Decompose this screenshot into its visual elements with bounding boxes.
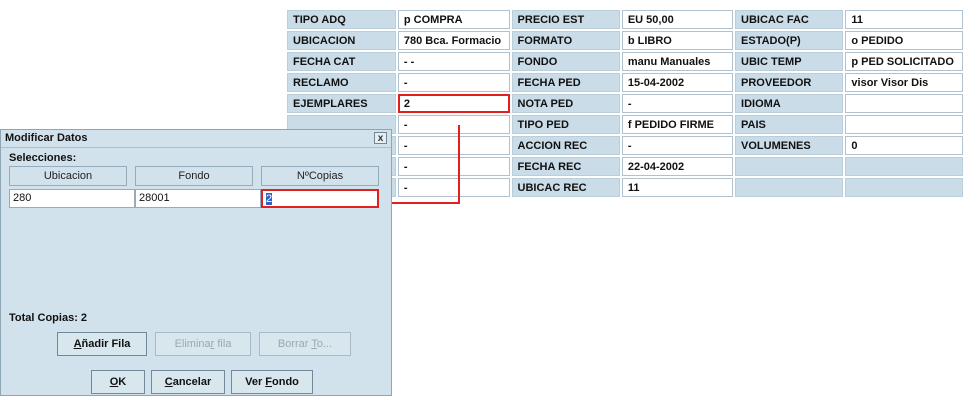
- cell-fondo[interactable]: 28001: [135, 189, 261, 208]
- grid-field-label: NOTA PED: [511, 94, 620, 113]
- view-fondo-button[interactable]: Ver Fondo: [231, 370, 313, 394]
- grid-empty-cell: [735, 178, 844, 197]
- mnemonic: F: [265, 376, 273, 388]
- grid-field-label: PROVEEDOR: [735, 73, 844, 92]
- connector-line-vertical: [458, 125, 460, 204]
- dialog-title: Modificar Datos: [5, 132, 88, 144]
- btn-text: ondo: [272, 376, 299, 388]
- grid-field-value[interactable]: f PEDIDO FIRME: [621, 115, 734, 134]
- cancel-button[interactable]: Cancelar: [151, 370, 225, 394]
- grid-field-label: FECHA CAT: [287, 52, 396, 71]
- grid-field-label: ESTADO(P): [735, 31, 844, 50]
- grid-field-value[interactable]: -: [397, 73, 510, 92]
- grid-field-value[interactable]: 11: [845, 10, 963, 29]
- grid-field-value[interactable]: 0: [845, 136, 963, 155]
- cell-copias[interactable]: 2: [261, 189, 379, 208]
- grid-row: EJEMPLARES 2 NOTA PED - IDIOMA: [287, 94, 963, 113]
- grid-field-label: TIPO ADQ: [287, 10, 396, 29]
- btn-text: o...: [316, 338, 333, 350]
- dialog-titlebar[interactable]: Modificar Datos x: [1, 130, 391, 148]
- btn-text: fila: [214, 338, 232, 350]
- mnemonic: A: [73, 338, 82, 350]
- mnemonic: C: [164, 376, 173, 388]
- grid-field-value[interactable]: 11: [621, 178, 734, 197]
- grid-field-label: UBICACION: [287, 31, 396, 50]
- grid-field-value[interactable]: -: [397, 178, 510, 197]
- column-header-ubicacion[interactable]: Ubicacion: [9, 166, 127, 186]
- grid-empty-cell: [735, 157, 844, 176]
- grid-field-label: UBIC TEMP: [735, 52, 844, 71]
- grid-field-value[interactable]: 2: [397, 94, 510, 113]
- grid-field-value[interactable]: o PEDIDO: [845, 31, 963, 50]
- btn-text: Borrar: [277, 338, 312, 350]
- grid-field-label: RECLAMO: [287, 73, 396, 92]
- grid-field-label: UBICAC FAC: [735, 10, 844, 29]
- grid-empty-cell: [845, 157, 963, 176]
- add-row-button[interactable]: Añadir Fila: [57, 332, 147, 356]
- grid-field-label: ACCION REC: [511, 136, 620, 155]
- grid-field-value[interactable]: p COMPRA: [397, 10, 510, 29]
- btn-text: Ver: [245, 376, 266, 388]
- column-header-copias[interactable]: NºCopias: [261, 166, 379, 186]
- close-icon[interactable]: x: [374, 132, 387, 144]
- grid-field-value[interactable]: -: [621, 94, 734, 113]
- clear-all-button[interactable]: Borrar To...: [259, 332, 351, 356]
- grid-field-value[interactable]: [845, 94, 963, 113]
- grid-field-label: FECHA PED: [511, 73, 620, 92]
- grid-row: UBICACION 780 Bca. Formacio FORMATO b LIBRO…: [287, 31, 963, 50]
- btn-text: ancelar: [172, 376, 212, 388]
- grid-row: FECHA CAT - - FONDO manu Manuales UBIC TEMP…: [287, 52, 963, 71]
- grid-field-label: PAIS: [735, 115, 844, 134]
- btn-text: ñadir Fila: [81, 338, 131, 350]
- grid-row: TIPO ADQ p COMPRA PRECIO EST EU 50,00 UBICAC…: [287, 10, 963, 29]
- grid-field-value[interactable]: b LIBRO: [621, 31, 734, 50]
- grid-field-value[interactable]: EU 50,00: [621, 10, 734, 29]
- column-header-fondo[interactable]: Fondo: [135, 166, 253, 186]
- grid-field-value[interactable]: -: [397, 157, 510, 176]
- grid-field-value[interactable]: 22-04-2002: [621, 157, 734, 176]
- cell-ubicacion[interactable]: 280: [9, 189, 135, 208]
- selections-label: Selecciones:: [9, 152, 77, 164]
- grid-field-value[interactable]: [845, 115, 963, 134]
- grid-field-value[interactable]: 15-04-2002: [621, 73, 734, 92]
- grid-field-value[interactable]: -: [621, 136, 734, 155]
- modify-data-dialog: Modificar Datos x Selecciones: Ubicacion…: [0, 129, 392, 396]
- grid-field-value[interactable]: 780 Bca. Formacio: [397, 31, 510, 50]
- grid-field-value[interactable]: manu Manuales: [621, 52, 734, 71]
- grid-field-label: PRECIO EST: [511, 10, 620, 29]
- total-copies-label: Total Copias: 2: [9, 312, 88, 324]
- grid-field-value[interactable]: visor Visor Dis: [845, 73, 963, 92]
- grid-field-label: FORMATO: [511, 31, 620, 50]
- grid-field-label: FONDO: [511, 52, 620, 71]
- grid-field-label: VOLUMENES: [735, 136, 844, 155]
- ok-button[interactable]: OK: [91, 370, 145, 394]
- grid-field-value[interactable]: - -: [397, 52, 510, 71]
- grid-field-label: UBICAC REC: [511, 178, 620, 197]
- grid-field-label: FECHA REC: [511, 157, 620, 176]
- grid-field-value[interactable]: -: [397, 136, 510, 155]
- grid-field-label: EJEMPLARES: [287, 94, 396, 113]
- cell-copias-value: 2: [266, 193, 273, 205]
- grid-field-value[interactable]: p PED SOLICITADO: [845, 52, 963, 71]
- grid-field-label: IDIOMA: [735, 94, 844, 113]
- grid-empty-cell: [845, 178, 963, 197]
- delete-row-button[interactable]: Eliminar fila: [155, 332, 251, 356]
- mnemonic: O: [109, 376, 119, 388]
- grid-field-value[interactable]: -: [397, 115, 510, 134]
- btn-text: K: [118, 376, 127, 388]
- grid-field-label: TIPO PED: [511, 115, 620, 134]
- grid-row: RECLAMO - FECHA PED 15-04-2002 PROVEEDOR viso…: [287, 73, 963, 92]
- btn-text: Elimina: [174, 338, 211, 350]
